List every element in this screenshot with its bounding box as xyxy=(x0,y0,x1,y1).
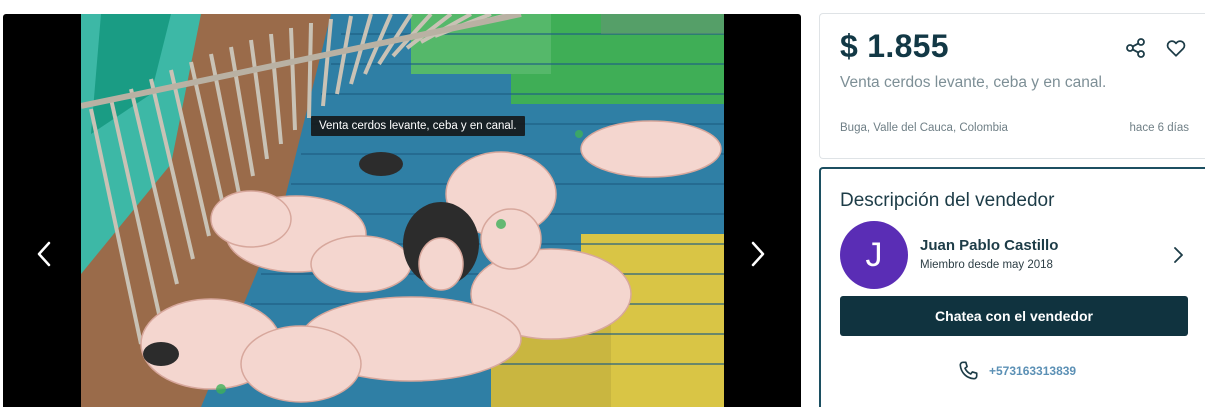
image-gallery[interactable]: Venta cerdos levante, ceba y en canal. xyxy=(3,14,801,407)
seller-card: Descripción del vendedor J Juan Pablo Ca… xyxy=(819,167,1205,407)
next-image-button[interactable] xyxy=(743,234,773,274)
photo-caption: Venta cerdos levante, ceba y en canal. xyxy=(311,116,525,136)
listing-date: hace 6 días xyxy=(1129,122,1189,134)
favorite-button[interactable] xyxy=(1164,36,1188,60)
chevron-left-icon xyxy=(37,241,51,267)
listing-page: Venta cerdos levante, ceba y en canal. $… xyxy=(0,0,1205,407)
avatar: J xyxy=(840,221,908,289)
listing-title: Venta cerdos levante, ceba y en canal. xyxy=(840,74,1107,91)
chevron-right-icon xyxy=(1174,247,1183,263)
phone-icon xyxy=(959,361,978,380)
price-card: $ 1.855 Venta cerdos levante, ceba y en … xyxy=(819,13,1205,159)
listing-price: $ 1.855 xyxy=(840,28,949,64)
share-icon xyxy=(1126,38,1145,58)
previous-image-button[interactable] xyxy=(29,234,59,274)
share-button[interactable] xyxy=(1124,36,1148,60)
listing-location: Buga, Valle del Cauca, Colombia xyxy=(840,122,1008,134)
heart-icon xyxy=(1166,40,1186,57)
seller-section-title: Descripción del vendedor xyxy=(840,190,1055,211)
listing-photo[interactable]: Venta cerdos levante, ceba y en canal. xyxy=(81,14,724,407)
seller-member-since: Miembro desde may 2018 xyxy=(920,259,1053,271)
seller-profile-link[interactable]: J Juan Pablo Castillo Miembro desde may … xyxy=(840,221,1190,291)
seller-phone: +573163313839 xyxy=(989,364,1077,378)
chevron-right-icon xyxy=(751,241,765,267)
pigs-photo-illustration xyxy=(81,14,724,407)
phone-link[interactable]: +573163313839 xyxy=(957,359,1076,383)
chat-with-seller-button[interactable]: Chatea con el vendedor xyxy=(840,296,1188,336)
seller-name: Juan Pablo Castillo xyxy=(920,237,1059,254)
